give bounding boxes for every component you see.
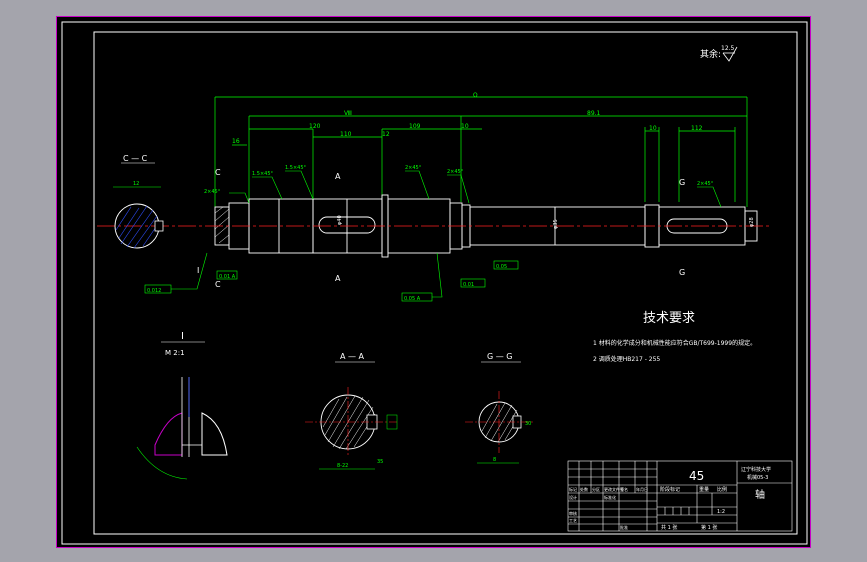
section-aa-width: 8-22: [337, 463, 348, 469]
tol-4: 0.05: [496, 264, 507, 270]
title-school: 辽宁科技大学: [741, 466, 771, 473]
detail-title: I: [181, 331, 184, 342]
tolerance-frames: [144, 252, 519, 302]
title-check: 审核: [569, 510, 577, 516]
dia-tip: φ28: [749, 217, 755, 227]
dimension-lines: [214, 96, 748, 207]
title-sign: 签名: [620, 486, 628, 492]
tol-1: 0.012: [147, 288, 161, 294]
dim-a: Ⅷ: [344, 110, 352, 117]
dim-total: Ω: [473, 92, 478, 99]
shaft-end-hatch: [214, 206, 230, 244]
title-design: 设计: [569, 494, 577, 500]
dia-main: φ40: [337, 215, 343, 225]
section-marker-a-bottom: A: [335, 274, 341, 283]
tol-2: 0.05 A: [404, 296, 421, 302]
title-stage: 阶段标记: [660, 486, 680, 493]
roughness-label: 其余:: [700, 48, 721, 60]
chamfer-leaders: [229, 170, 722, 208]
title-material: 45: [689, 469, 704, 483]
section-gg-depth: 30: [525, 421, 531, 427]
chamfer-4: 2×45°: [405, 165, 422, 171]
chamfer-3: 1.5×45°: [285, 165, 307, 171]
section-marker-c-top: C: [215, 168, 221, 177]
title-date: 年月日: [636, 486, 648, 492]
tech-item-2: 2 调质处理HB217 - 255: [593, 355, 660, 363]
section-aa: [305, 387, 398, 470]
section-marker-g-top: G: [679, 178, 685, 187]
section-marker-a-top: A: [335, 172, 341, 181]
outer-frame: [61, 21, 808, 545]
dim-d: 110: [340, 131, 352, 138]
section-gg: [465, 391, 535, 464]
detail-scale: M 2:1: [165, 349, 185, 357]
title-zone: 分区: [592, 486, 600, 492]
dim-e: 12: [382, 131, 390, 138]
tol-5: 0.01: [463, 282, 474, 288]
dim-h: 10: [649, 125, 657, 132]
dim-f: 109: [409, 123, 421, 130]
title-dept: 机械05-3: [747, 474, 768, 481]
section-gg-title: G — G: [487, 352, 512, 361]
title-weight: 重量: [699, 486, 709, 493]
dim-i: 112: [691, 125, 703, 132]
title-sheet-no: 第 1 张: [701, 524, 717, 531]
title-standard: 标准化: [604, 494, 616, 500]
dim-c: 120: [309, 123, 321, 130]
section-aa-title: A — A: [340, 352, 365, 361]
dim-j: 16: [232, 138, 240, 145]
detail-marker: I: [197, 266, 199, 275]
title-scale: 1:2: [717, 509, 725, 515]
tech-item-1: 1 材料的化学成分和机械性能应符合GB/T699-1999的规定。: [593, 339, 756, 347]
title-scale-label: 比例: [717, 486, 727, 493]
chamfer-6: 2×45°: [697, 181, 714, 187]
title-part-name: 轴: [755, 488, 765, 501]
title-count: 处数: [580, 486, 588, 492]
section-cc-title: C — C: [123, 154, 148, 163]
chamfer-5: 2×45°: [447, 169, 464, 175]
section-aa-depth: 35: [377, 459, 383, 465]
cad-drawing: 其余: 12.5 Ω Ⅷ 89.1 120 110 12 109 10 10 1…: [61, 21, 808, 545]
title-mark: 标记: [569, 486, 577, 492]
title-approve: 批准: [620, 524, 628, 530]
chamfer-2: 2×45°: [204, 189, 221, 195]
dim-b: 89.1: [587, 110, 601, 117]
title-sheet-total: 共 1 张: [661, 524, 677, 531]
roughness-value: 12.5: [721, 45, 735, 52]
title-process: 工艺: [569, 518, 577, 523]
chamfer-1: 1.5×45°: [252, 171, 274, 177]
tol-3: 0.01 A: [219, 274, 236, 280]
detail-view: [136, 377, 228, 480]
section-marker-g-bottom: G: [679, 268, 685, 277]
tech-title: 技术要求: [643, 311, 695, 326]
dia-end: φ35: [553, 219, 559, 229]
section-marker-c-bottom: C: [215, 280, 221, 289]
section-cc-width: 12: [133, 181, 139, 187]
inner-frame: [93, 31, 798, 535]
section-cc: [113, 186, 164, 249]
section-gg-width: 8: [493, 457, 496, 463]
drawing-sheet: 其余: 12.5 Ω Ⅷ 89.1 120 110 12 109 10 10 1…: [56, 16, 811, 548]
dim-g: 10: [461, 123, 469, 130]
